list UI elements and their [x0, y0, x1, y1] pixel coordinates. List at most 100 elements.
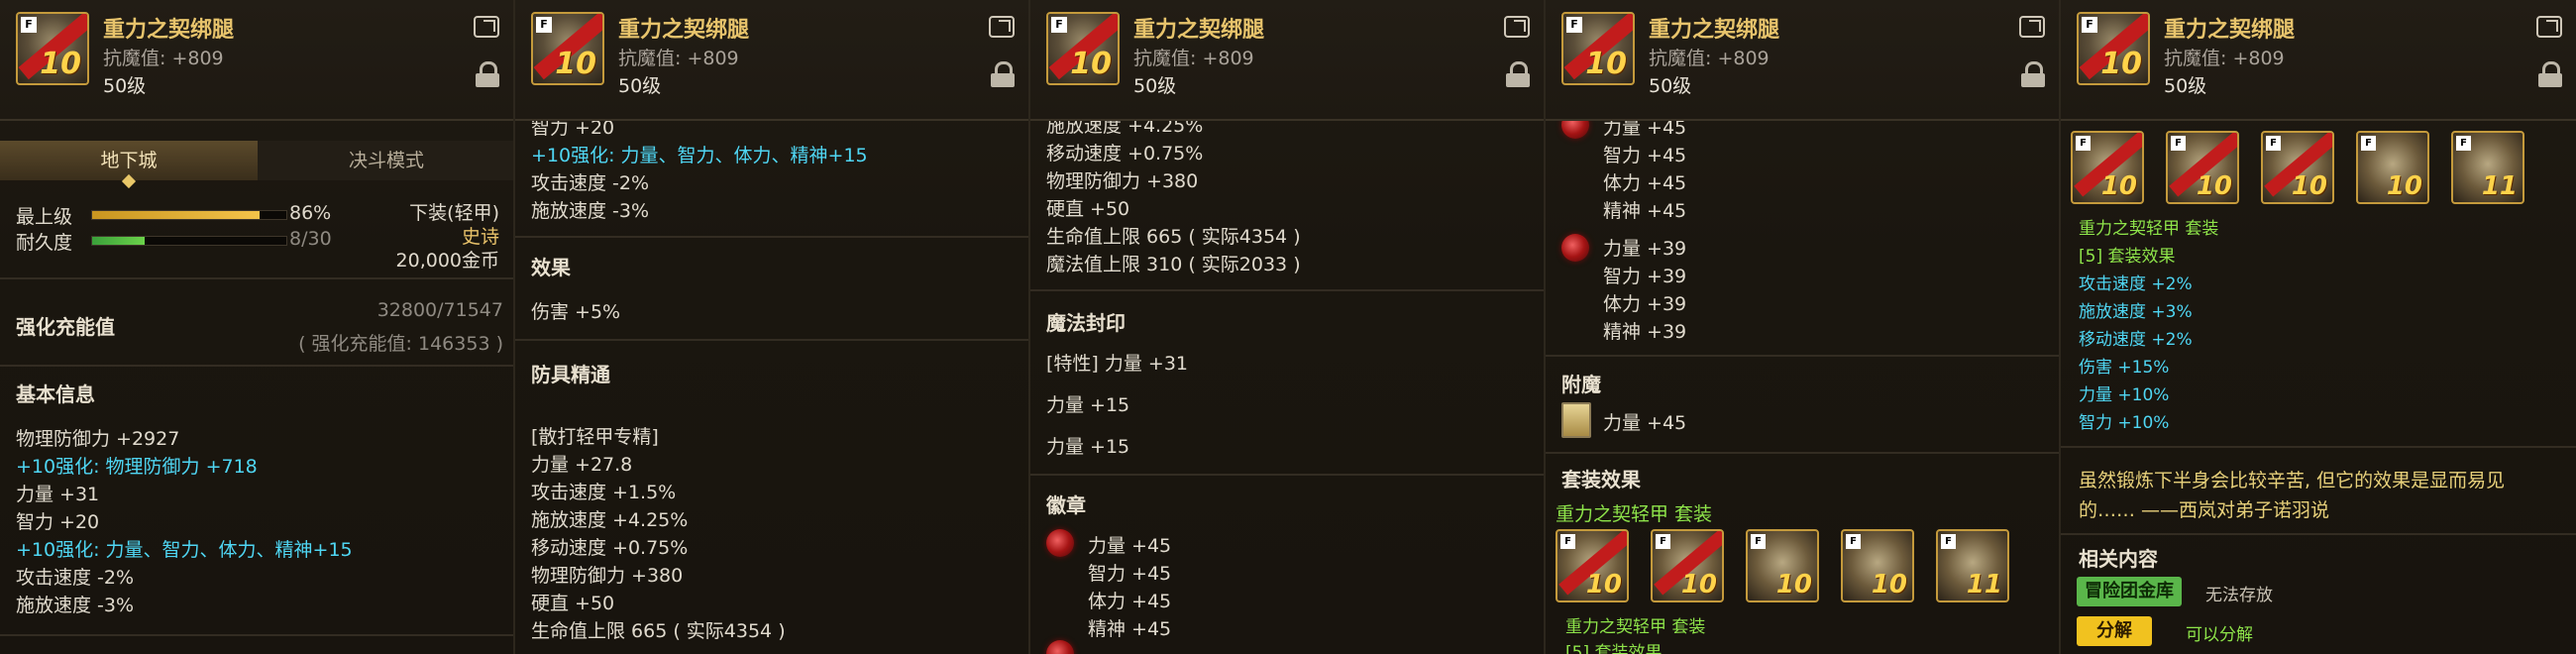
item-name: 重力之契绑腿 [1649, 18, 1780, 43]
mastery-line: 施放速度 +4.25% [531, 509, 689, 531]
mastery-head: 防具精通 [531, 363, 610, 386]
item-icon[interactable]: F 10 [1561, 12, 1635, 85]
tab-dungeon[interactable]: 地下城 [0, 141, 258, 180]
item-header: F 10 重力之契绑腿 抗魔值: +809 50级 [1030, 0, 1544, 121]
set-bonus-line: 伤害 +15% [2079, 358, 2170, 378]
mastery-line: 移动速度 +0.75% [531, 537, 689, 559]
effect-line: 伤害 +5% [531, 301, 621, 323]
set-item-icon[interactable]: F 11 [2451, 131, 2524, 204]
tooltip-panel-4: F 10 重力之契绑腿 抗魔值: +809 50级 力量 +45 智力 +45 体… [1546, 0, 2061, 654]
flavor-text: 虽然锻炼下半身会比较辛苦, 但它的效果是显而易见 [2079, 470, 2506, 491]
emblem-line: 精神 +45 [1088, 618, 1172, 640]
open-window-icon[interactable] [989, 16, 1015, 38]
tab-pvp[interactable]: 决斗模式 [258, 141, 513, 180]
top-level-percent: 86% [289, 202, 332, 224]
item-icon[interactable]: F 10 [531, 12, 604, 85]
stat-line: 生命值上限 665 ( 实际4354 ) [1046, 226, 1301, 248]
set-item-icon[interactable]: F 10 [1746, 529, 1819, 602]
durability-bar [91, 236, 287, 246]
lock-icon[interactable] [2538, 61, 2562, 87]
stat-line: +10强化: 力量、智力、体力、精神+15 [531, 145, 868, 166]
item-header: F 10 重力之契绑腿 抗魔值: +809 50级 [0, 0, 513, 121]
emblem-line: 精神 +39 [1603, 321, 1687, 343]
tooltip-panel-1: F 10 重力之契绑腿 抗魔值: +809 50级 地下城 决斗模式 最上级 86… [0, 0, 515, 654]
item-icon[interactable]: F 10 [16, 12, 89, 85]
set-count: [5] 套装效果 [1565, 643, 1663, 654]
sell-price: 20,000金币 [395, 250, 499, 272]
stat-line: 移动速度 +0.75% [1046, 143, 1204, 164]
flavor-text: 的…… ——西岚对弟子诺羽说 [2079, 499, 2330, 521]
disassemble-button[interactable]: 分解 [2077, 616, 2152, 646]
required-level: 50级 [103, 75, 147, 97]
stat-line: 智力 +20 [531, 119, 615, 139]
lock-icon[interactable] [476, 61, 499, 87]
set-items: F 10 F 10 F 10 F 10 F 11 [2071, 131, 2524, 204]
seal-line: [特性] 力量 +31 [1046, 353, 1189, 375]
stat-line: 智力 +20 [16, 511, 100, 533]
tooltip-body: 施放速度 +4.25% 移动速度 +0.75% 物理防御力 +380 硬直 +5… [1030, 119, 1544, 654]
required-level: 50级 [618, 75, 662, 97]
emblem-line: 体力 +45 [1603, 172, 1687, 194]
set-items: F 10 F 10 F 10 F 10 F 11 [1556, 529, 2009, 602]
set-item-icon[interactable]: F 10 [2261, 131, 2334, 204]
stat-line: 物理防御力 +2927 [16, 428, 180, 450]
set-effect-head: 套装效果 [1561, 468, 1641, 491]
set-item-icon[interactable]: F 10 [1651, 529, 1724, 602]
lock-icon[interactable] [2021, 61, 2045, 87]
emblem-line: 力量 +45 [1088, 535, 1172, 557]
set-item-icon[interactable]: F 10 [2071, 131, 2144, 204]
emblem-line: 精神 +45 [1603, 200, 1687, 222]
resist-value: 抗魔值: +809 [2164, 48, 2285, 69]
tooltip-body: F 10 F 10 F 10 F 10 F 11 重力之契轻甲 套装 [5] 套装效果 攻… [2061, 119, 2576, 654]
related-head: 相关内容 [2079, 547, 2158, 571]
red-emblem-icon [1561, 119, 1589, 139]
disassemble-status: 可以分解 [2186, 625, 2253, 645]
guild-bank-button[interactable]: 冒险团金库 [2077, 577, 2182, 606]
seal-head: 魔法封印 [1046, 311, 1126, 335]
lock-icon[interactable] [1506, 61, 1530, 87]
equip-slot: 下装(轻甲) [409, 202, 499, 224]
tooltip-body: 地下城 决斗模式 最上级 86% 耐久度 8/30 下装(轻甲) 史诗 20,0… [0, 119, 513, 654]
set-item-icon[interactable]: F 11 [1936, 529, 2009, 602]
item-header: F 10 重力之契绑腿 抗魔值: +809 50级 [2061, 0, 2576, 121]
open-window-icon[interactable] [2536, 16, 2562, 38]
emblem-head: 徽章 [1046, 493, 1086, 517]
stat-line: 攻击速度 -2% [531, 172, 650, 194]
stat-line: 施放速度 +4.25% [1046, 119, 1204, 137]
open-window-icon[interactable] [474, 16, 499, 38]
stat-line: 硬直 +50 [1046, 198, 1130, 220]
top-level-label: 最上级 [16, 206, 73, 228]
effect-head: 效果 [531, 256, 571, 279]
set-item-icon[interactable]: F 10 [2356, 131, 2429, 204]
stat-line: 施放速度 -3% [16, 595, 135, 616]
set-bonus-line: 攻击速度 +2% [2079, 274, 2193, 294]
charge-sub: ( 强化充能值: 146353 ) [298, 333, 503, 355]
set-count: [5] 套装效果 [2079, 247, 2176, 267]
red-emblem-icon [1561, 234, 1589, 262]
set-item-icon[interactable]: F 10 [1556, 529, 1629, 602]
set-subtitle: 重力之契轻甲 套装 [1565, 617, 1706, 637]
open-window-icon[interactable] [1504, 16, 1530, 38]
emblem-line: 力量 +45 [1603, 119, 1687, 139]
stat-line: 施放速度 -3% [531, 200, 650, 222]
open-window-icon[interactable] [2019, 16, 2045, 38]
tooltip-body: 力量 +45 智力 +45 体力 +45 精神 +45 力量 +39 智力 +3… [1546, 119, 2059, 654]
set-name: 重力之契轻甲 套装 [1556, 503, 1713, 525]
durability-label: 耐久度 [16, 232, 73, 254]
emblem-line: 力量 +39 [1603, 238, 1687, 260]
set-item-icon[interactable]: F 10 [2166, 131, 2239, 204]
stat-line: 力量 +31 [16, 484, 100, 505]
seal-line: 力量 +15 [1046, 436, 1130, 458]
item-icon[interactable]: F 10 [2077, 12, 2150, 85]
item-icon[interactable]: F 10 [1046, 12, 1120, 85]
charge-label: 强化充能值 [16, 315, 115, 339]
lock-icon[interactable] [991, 61, 1015, 87]
top-level-bar [91, 210, 287, 220]
set-item-icon[interactable]: F 10 [1841, 529, 1914, 602]
mastery-line: 硬直 +50 [531, 593, 615, 614]
resist-value: 抗魔值: +809 [618, 48, 739, 69]
mastery-line: 攻击速度 +1.5% [531, 482, 677, 503]
emblem-line: 智力 +45 [1603, 145, 1687, 166]
stat-line: 攻击速度 -2% [16, 567, 135, 589]
stat-line: +10强化: 力量、智力、体力、精神+15 [16, 539, 353, 561]
